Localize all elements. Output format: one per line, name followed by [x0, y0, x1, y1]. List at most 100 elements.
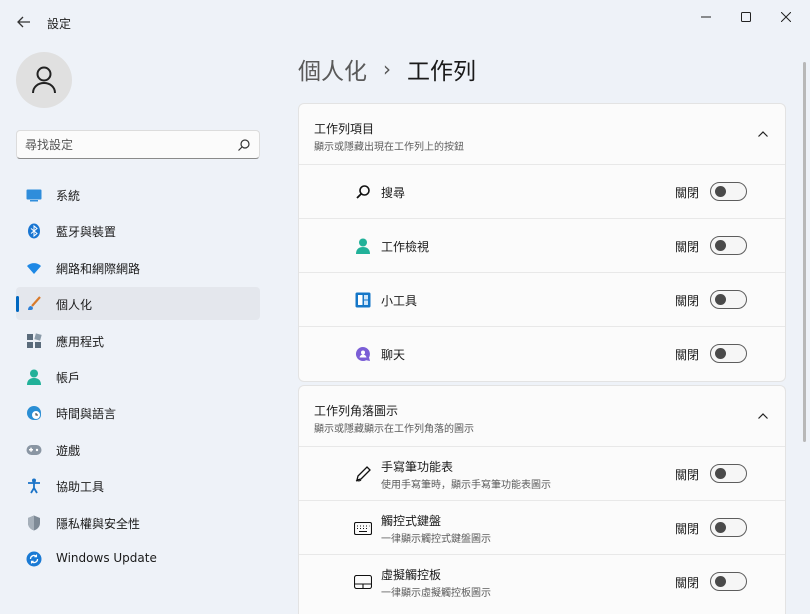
account-icon — [26, 369, 42, 385]
user-avatar[interactable] — [16, 52, 72, 108]
widgets-toggle[interactable] — [710, 290, 747, 309]
sidebar-item-network[interactable]: 網路和網際網路 — [16, 251, 260, 284]
breadcrumb-separator: › — [383, 57, 391, 81]
breadcrumb: 個人化 › 工作列 — [298, 52, 476, 86]
app-title: 設定 — [47, 17, 72, 31]
shield-icon — [26, 515, 42, 531]
breadcrumb-parent[interactable]: 個人化 — [298, 52, 367, 86]
sidebar-item-label: 帳戶 — [56, 370, 81, 385]
close-button[interactable] — [766, 4, 806, 30]
page-title: 工作列 — [407, 59, 476, 85]
title-bar: 設定 — [0, 0, 810, 44]
taskbar-items-header[interactable]: 工作列項目 顯示或隱藏出現在工作列上的按鈕 — [299, 104, 785, 165]
group-title: 工作列項目 — [314, 122, 375, 136]
sidebar-item-label: Windows Update — [56, 550, 157, 565]
corner-icon-virtual-touchpad-row: 虛擬觸控板 一律顯示虛擬觸控板圖示 關閉 — [299, 555, 785, 609]
row-label: 虛擬觸控板 — [381, 568, 442, 582]
sidebar-item-label: 應用程式 — [56, 334, 105, 349]
chevron-up-icon[interactable] — [757, 128, 769, 140]
chat-toggle[interactable] — [710, 344, 747, 363]
keyboard-icon — [354, 519, 372, 537]
taskbar-items-group: 工作列項目 顯示或隱藏出現在工作列上的按鈕 搜尋 關閉 工作檢視 關閉 小工具 … — [298, 103, 786, 382]
minimize-icon — [701, 16, 711, 18]
row-description: 一律顯示虛擬觸控板圖示 — [381, 588, 491, 599]
gamepad-icon — [26, 442, 42, 458]
sidebar-item-windows-update[interactable]: Windows Update — [16, 542, 260, 575]
search-box[interactable] — [16, 130, 260, 159]
sidebar-item-label: 個人化 — [56, 298, 93, 313]
task-view-icon — [354, 237, 372, 255]
sidebar-item-apps[interactable]: 應用程式 — [16, 324, 260, 357]
toggle-state-label: 關閉 — [675, 348, 700, 362]
person-icon — [32, 66, 56, 94]
toggle-state-label: 關閉 — [675, 576, 700, 590]
touchpad-icon — [354, 573, 372, 591]
row-label: 搜尋 — [381, 186, 406, 200]
corner-icon-pen-menu-row: 手寫筆功能表 使用手寫筆時，顯示手寫筆功能表圖示 關閉 — [299, 447, 785, 501]
taskbar-item-chat-row: 聊天 關閉 — [299, 327, 785, 381]
search-icon — [354, 183, 372, 201]
group-title: 工作列角落圖示 — [314, 404, 399, 418]
taskbar-item-widgets-row: 小工具 關閉 — [299, 273, 785, 327]
sidebar-item-label: 網路和網際網路 — [56, 261, 141, 276]
chat-icon — [354, 345, 372, 363]
search-icon[interactable] — [237, 138, 251, 152]
row-label: 工作檢視 — [381, 240, 430, 254]
sidebar-item-system[interactable]: 系統 — [16, 178, 260, 211]
sidebar-item-accounts[interactable]: 帳戶 — [16, 360, 260, 393]
toggle-state-label: 關閉 — [675, 468, 700, 482]
pen-menu-toggle[interactable] — [710, 464, 747, 483]
sidebar-item-privacy[interactable]: 隱私權與安全性 — [16, 506, 260, 539]
sidebar-item-gaming[interactable]: 遊戲 — [16, 433, 260, 466]
sidebar-nav: 系統 藍牙與裝置 網路和網際網路 個人化 應用程式 帳戶 時間與語言 遊戲 協助… — [16, 178, 260, 578]
taskbar-corner-icons-group: 工作列角落圖示 顯示或隱藏顯示在工作列角落的圖示 手寫筆功能表 使用手寫筆時，顯… — [298, 385, 786, 614]
toggle-state-label: 關閉 — [675, 186, 700, 200]
sidebar-item-label: 系統 — [56, 189, 81, 203]
accessibility-icon — [26, 478, 42, 494]
taskbar-corner-icons-header[interactable]: 工作列角落圖示 顯示或隱藏顯示在工作列角落的圖示 — [299, 386, 785, 447]
row-description: 一律顯示觸控式鍵盤圖示 — [381, 534, 491, 545]
wifi-icon — [26, 260, 42, 276]
sidebar-item-time-language[interactable]: 時間與語言 — [16, 396, 260, 429]
virtual-touchpad-toggle[interactable] — [710, 572, 747, 591]
sidebar-item-personalization[interactable]: 個人化 — [16, 287, 260, 321]
taskbar-item-task-view-row: 工作檢視 關閉 — [299, 219, 785, 273]
apps-icon — [26, 332, 42, 349]
toggle-state-label: 關閉 — [675, 522, 700, 536]
scrollbar[interactable] — [803, 62, 806, 442]
sidebar-item-label: 協助工具 — [56, 480, 105, 495]
task-view-toggle[interactable] — [710, 236, 747, 255]
touch-keyboard-toggle[interactable] — [710, 518, 747, 537]
group-subtitle: 顯示或隱藏顯示在工作列角落的圖示 — [314, 424, 474, 435]
row-label: 小工具 — [381, 294, 418, 308]
sidebar-item-bluetooth[interactable]: 藍牙與裝置 — [16, 214, 260, 247]
row-label: 手寫筆功能表 — [381, 460, 454, 474]
corner-icon-touch-keyboard-row: 觸控式鍵盤 一律顯示觸控式鍵盤圖示 關閉 — [299, 501, 785, 555]
sidebar-item-label: 藍牙與裝置 — [56, 225, 117, 240]
toggle-state-label: 關閉 — [675, 240, 700, 254]
sidebar-item-label: 遊戲 — [56, 443, 81, 458]
maximize-button[interactable] — [726, 4, 766, 30]
search-input[interactable] — [25, 136, 225, 154]
globe-clock-icon — [26, 405, 42, 421]
search-toggle[interactable] — [710, 182, 747, 201]
group-subtitle: 顯示或隱藏出現在工作列上的按鈕 — [314, 142, 464, 153]
back-button[interactable] — [12, 10, 36, 34]
arrow-left-icon — [17, 16, 30, 28]
taskbar-item-search-row: 搜尋 關閉 — [299, 165, 785, 219]
monitor-icon — [26, 187, 42, 203]
row-label: 觸控式鍵盤 — [381, 514, 442, 528]
sidebar-item-label: 時間與語言 — [56, 407, 117, 422]
sidebar-item-label: 隱私權與安全性 — [56, 516, 141, 531]
chevron-up-icon[interactable] — [757, 410, 769, 422]
row-description: 使用手寫筆時，顯示手寫筆功能表圖示 — [381, 480, 551, 491]
minimize-button[interactable] — [686, 4, 726, 30]
row-label: 聊天 — [381, 348, 406, 362]
maximize-icon — [741, 12, 751, 22]
pen-icon — [354, 465, 372, 483]
toggle-state-label: 關閉 — [675, 294, 700, 308]
close-icon — [781, 12, 791, 22]
sidebar-item-accessibility[interactable]: 協助工具 — [16, 469, 260, 502]
brush-icon — [26, 296, 42, 312]
widgets-icon — [354, 291, 372, 309]
